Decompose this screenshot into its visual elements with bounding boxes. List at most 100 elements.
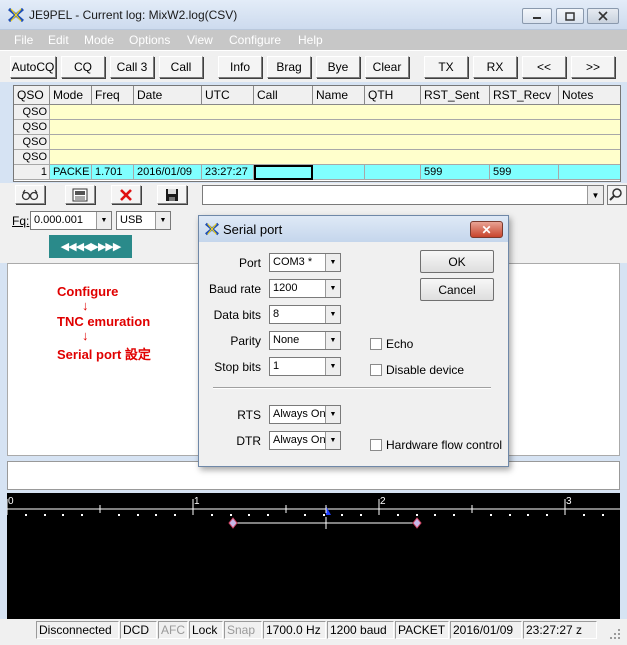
current-utc-cell[interactable]: 23:27:27 [202,165,254,180]
chevron-down-icon[interactable]: ▼ [325,280,340,297]
current-rst-sent-cell[interactable]: 599 [421,165,490,180]
ok-button[interactable]: OK [420,250,494,273]
echo-checkbox[interactable] [370,338,382,350]
resize-grip-icon[interactable] [608,627,622,641]
menu-file[interactable]: File [14,33,33,47]
tx-button[interactable]: TX [424,56,468,78]
menu-mode[interactable]: Mode [84,33,114,47]
disable-device-label: Disable device [386,363,465,377]
previous-qso-row[interactable] [50,135,620,150]
autocq-button[interactable]: AutoCQ [10,56,56,78]
data-bits-combo[interactable]: 8 ▼ [269,305,341,324]
info-button[interactable]: Info [218,56,262,78]
col-header-rst-recv[interactable]: RST_Recv [490,86,559,105]
mixw-app-icon [8,7,24,23]
disable-device-checkbox[interactable] [370,364,382,376]
call-button[interactable]: Call [159,56,203,78]
col-header-freq[interactable]: Freq [92,86,134,105]
stop-bits-label: Stop bits [214,360,261,374]
stop-bits-combo[interactable]: 1 ▼ [269,357,341,376]
search-button[interactable] [607,185,627,205]
current-mode-cell[interactable]: PACKE [50,165,92,180]
previous-qso-row[interactable] [50,150,620,165]
save-qso-button[interactable] [157,185,187,204]
current-notes-cell[interactable] [559,165,620,180]
chevron-down-icon[interactable]: ▼ [325,406,340,423]
log-book-button[interactable] [65,185,95,204]
status-audio-freq: 1700.0 Hz [263,621,326,639]
lookup-button[interactable] [15,185,45,204]
dialog-title-bar[interactable]: Serial port ✕ [199,216,508,242]
col-header-rst-sent[interactable]: RST_Sent [421,86,490,105]
chevron-down-icon[interactable]: ▼ [325,432,340,449]
dialog-close-button[interactable]: ✕ [470,221,503,238]
chevron-down-icon[interactable]: ▼ [325,358,340,375]
status-baud: 1200 baud [327,621,394,639]
maximize-button[interactable] [556,8,584,24]
menu-configure[interactable]: Configure [229,33,281,47]
rx-button[interactable]: RX [473,56,517,78]
baud-rate-combo[interactable]: 1200 ▼ [269,279,341,298]
clear-button[interactable]: Clear [365,56,409,78]
col-header-qth[interactable]: QTH [365,86,421,105]
current-call-cell[interactable] [254,165,313,180]
col-header-call[interactable]: Call [254,86,313,105]
callsign-combo[interactable]: ▼ [202,185,604,205]
current-name-cell[interactable] [313,165,365,180]
baud-rate-label: Baud rate [208,282,261,296]
current-rst-recv-cell[interactable]: 599 [490,165,559,180]
status-lock[interactable]: Lock [189,621,223,639]
sideband-value: USB [120,214,143,226]
menu-options[interactable]: Options [129,33,170,47]
rts-label: RTS [237,408,261,422]
status-snap[interactable]: Snap [224,621,262,639]
hardware-flow-checkbox[interactable] [370,439,382,451]
status-afc[interactable]: AFC [158,621,188,639]
dtr-combo[interactable]: Always On ▼ [269,431,341,450]
chevron-down-icon[interactable]: ▼ [587,186,603,204]
port-combo[interactable]: COM3 * ▼ [269,253,341,272]
prev-button[interactable]: << [522,56,566,78]
menu-view[interactable]: View [187,33,213,47]
current-freq-cell[interactable]: 1.701 [92,165,134,180]
bye-button[interactable]: Bye [316,56,360,78]
current-date-cell[interactable]: 2016/01/09 [134,165,202,180]
maximize-icon [565,11,575,21]
previous-qso-row[interactable] [50,120,620,135]
col-header-utc[interactable]: UTC [202,86,254,105]
close-button[interactable] [587,8,619,24]
chevron-down-icon[interactable]: ▼ [96,212,111,229]
chevron-down-icon[interactable]: ▼ [155,212,170,229]
previous-qso-row[interactable] [50,105,620,120]
chevron-down-icon[interactable]: ▼ [325,332,340,349]
chevron-down-icon[interactable]: ▼ [325,306,340,323]
minimize-button[interactable] [522,8,552,24]
call3-button[interactable]: Call 3 [110,56,154,78]
filter-right-handle-icon[interactable] [412,517,422,529]
delete-qso-button[interactable] [111,185,141,204]
cq-button[interactable]: CQ [61,56,105,78]
col-header-notes[interactable]: Notes [559,86,620,105]
waterfall-display[interactable]: 0 1 2 3 [6,493,620,619]
chevron-down-icon[interactable]: ▼ [325,254,340,271]
tuning-arrows[interactable]: ◀◀◀◀▶▶▶▶ [49,235,132,258]
dtr-label: DTR [236,434,261,448]
menu-help[interactable]: Help [298,33,323,47]
next-button[interactable]: >> [571,56,615,78]
col-header-qso[interactable]: QSO [14,86,50,105]
menu-edit[interactable]: Edit [48,33,69,47]
tuning-marker-icon[interactable] [326,506,331,515]
col-header-mode[interactable]: Mode [50,86,92,105]
current-qth-cell[interactable] [365,165,421,180]
scale-label-2: 2 [380,496,386,507]
filter-left-handle-icon[interactable] [228,517,238,529]
rts-combo[interactable]: Always On ▼ [269,405,341,424]
col-header-date[interactable]: Date [134,86,202,105]
brag-button[interactable]: Brag [267,56,311,78]
parity-combo[interactable]: None ▼ [269,331,341,350]
status-mode[interactable]: PACKET [395,621,449,639]
col-header-name[interactable]: Name [313,86,365,105]
freq-combo[interactable]: 0.000.001 ▼ [30,211,112,230]
cancel-button[interactable]: Cancel [420,278,494,301]
sideband-combo[interactable]: USB ▼ [116,211,171,230]
